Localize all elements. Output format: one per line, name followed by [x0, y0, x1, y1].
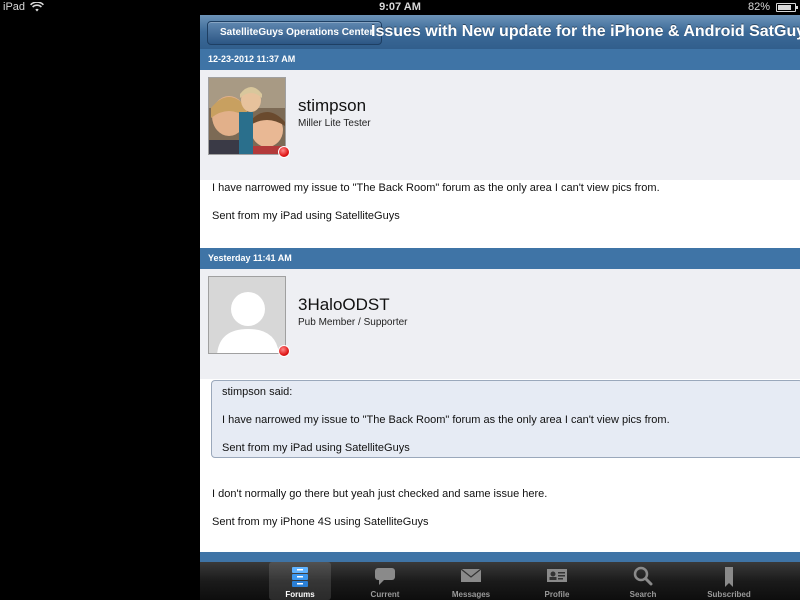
tab-label: Search [629, 590, 657, 599]
offline-status-icon [278, 146, 290, 158]
quote-signature: Sent from my iPad using SatelliteGuys [222, 442, 410, 454]
post-author-block[interactable]: stimpson Miller Lite Tester [200, 70, 800, 180]
tab-label: Forums [285, 590, 315, 599]
forums-icon [291, 566, 309, 590]
tab-subscribed[interactable]: Subscribed [698, 562, 760, 600]
post-username[interactable]: stimpson [298, 96, 366, 116]
quote-text: I have narrowed my issue to "The Back Ro… [222, 414, 670, 426]
tab-current[interactable]: Current [354, 562, 416, 600]
battery-icon [776, 3, 798, 12]
post-user-title: Pub Member / Supporter [298, 317, 408, 328]
post-user-title: Miller Lite Tester [298, 118, 371, 129]
back-button[interactable]: SatelliteGuys Operations Center [207, 21, 383, 45]
quote-author: stimpson said: [222, 386, 293, 398]
quote-block: stimpson said: I have narrowed my issue … [211, 380, 800, 458]
default-avatar-icon[interactable] [208, 276, 286, 354]
tab-label: Profile [544, 590, 570, 599]
tab-label: Current [370, 590, 400, 599]
post-signature: Sent from my iPhone 4S using SatelliteGu… [212, 516, 429, 528]
tab-label: Subscribed [707, 590, 751, 599]
magnifier-icon [632, 566, 654, 588]
tab-forums[interactable]: Forums [269, 562, 331, 600]
tab-messages[interactable]: Messages [440, 562, 502, 600]
post-username[interactable]: 3HaloODST [298, 295, 390, 315]
post-body-line: I don't normally go there but yeah just … [212, 488, 548, 500]
status-bar: iPad 9:07 AM 82% [0, 0, 800, 15]
next-post-date-bar [200, 552, 800, 562]
post-signature: Sent from my iPad using SatelliteGuys [212, 210, 400, 222]
tab-label: Messages [451, 590, 491, 599]
envelope-icon [460, 566, 482, 586]
post-date-bar: Yesterday 11:41 AM [200, 248, 800, 269]
tab-search[interactable]: Search [612, 562, 674, 600]
speech-bubble-icon [374, 566, 396, 588]
clock: 9:07 AM [379, 1, 421, 13]
tab-bar: Forums Current Messages Profile Search S… [200, 562, 800, 600]
profile-card-icon [546, 566, 568, 586]
battery-percent: 82% [747, 1, 770, 13]
post-date-bar: 12-23-2012 11:37 AM [200, 49, 800, 70]
post-author-block[interactable]: 3HaloODST Pub Member / Supporter [200, 269, 800, 379]
tab-profile[interactable]: Profile [526, 562, 588, 600]
bookmark-icon [723, 566, 735, 590]
navigation-bar: SatelliteGuys Operations Center Issues w… [200, 15, 800, 50]
avatar[interactable] [208, 77, 286, 155]
thread-title: Issues with New update for the iPhone & … [371, 23, 800, 40]
post-body-line: I have narrowed my issue to "The Back Ro… [212, 182, 660, 194]
offline-status-icon [278, 345, 290, 357]
thread-panel: SatelliteGuys Operations Center Issues w… [200, 15, 800, 562]
